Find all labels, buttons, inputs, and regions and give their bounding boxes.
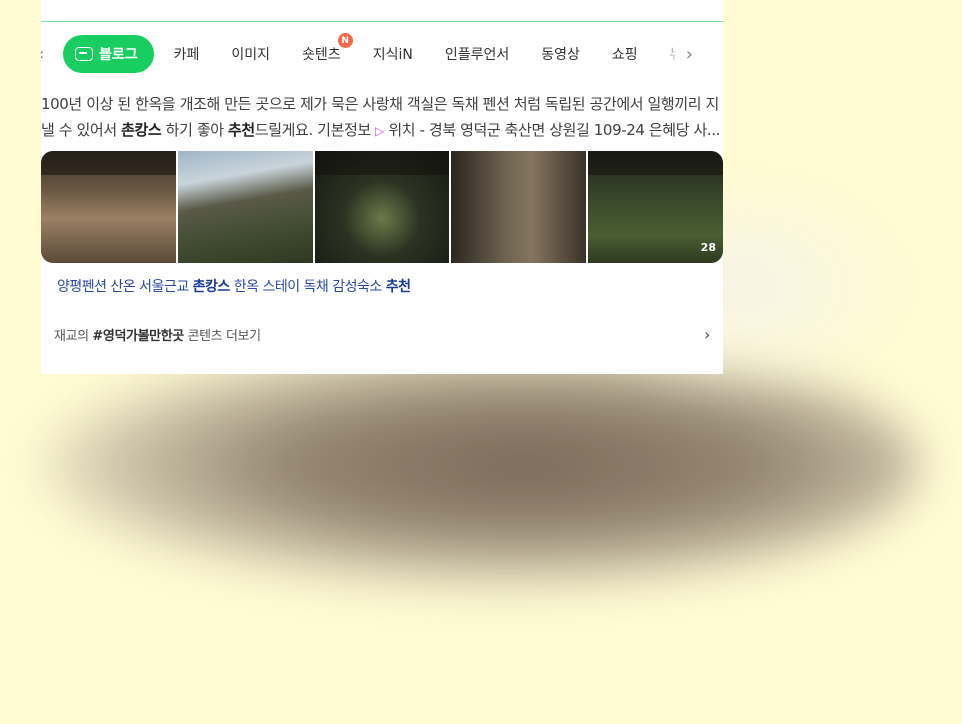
link-text: 양평펜션 산온 서울근교 — [57, 279, 193, 295]
tab-label: 지식iN — [372, 47, 413, 63]
snippet-text: 드릴게요. 기본정보 — [254, 121, 376, 139]
tab-image[interactable]: 이미지 — [231, 34, 270, 74]
snippet-highlight: 추천 — [228, 121, 255, 139]
search-result-card: ‹ 블로그 카페 이미지 숏텐츠 N 지식iN 인플루언서 동영상 쇼핑 뉴 ›… — [41, 0, 723, 374]
photo-thumbnail[interactable] — [314, 151, 450, 263]
photo-thumbnail[interactable] — [451, 151, 587, 263]
tab-shortents[interactable]: 숏텐츠 N — [302, 33, 353, 74]
chevron-right-icon[interactable]: › — [665, 34, 693, 74]
related-post-link[interactable]: 양평펜션 산온 서울근교 촌캉스 한옥 스테이 독채 감성숙소 추천 — [57, 276, 411, 296]
tab-influencer[interactable]: 인플루언서 — [445, 34, 509, 74]
snippet-line-2: 낼 수 있어서 촌캉스 하기 좋아 추천드릴게요. 기본정보 ▷ 위치 - 경북… — [41, 117, 723, 144]
tab-cafe[interactable]: 카페 — [174, 34, 200, 74]
blog-icon — [75, 47, 93, 61]
more-content-link[interactable]: 재교의 #영덕가볼만한곳 콘텐츠 더보기 › — [54, 322, 710, 346]
tab-kin[interactable]: 지식iN — [373, 34, 413, 74]
link-highlight: 추천 — [385, 279, 411, 295]
tab-bar: ‹ 블로그 카페 이미지 숏텐츠 N 지식iN 인플루언서 동영상 쇼핑 뉴 › — [41, 33, 723, 74]
tab-label: 카페 — [173, 47, 200, 63]
photo-thumbnail[interactable]: 28 — [588, 151, 723, 263]
tab-blog[interactable]: 블로그 — [63, 35, 154, 73]
new-badge: N — [337, 33, 353, 48]
tab-shopping[interactable]: 쇼핑 — [612, 34, 638, 74]
more-content-label: 재교의 #영덕가볼만한곳 콘텐츠 더보기 — [54, 325, 261, 344]
tab-label: 쇼핑 — [611, 47, 638, 63]
tab-video[interactable]: 동영상 — [541, 34, 580, 74]
link-highlight: 촌캉스 — [192, 279, 231, 295]
tab-label: 인플루언서 — [444, 47, 510, 63]
snippet-highlight: 촌캉스 — [121, 121, 162, 139]
chevron-right-icon: › — [704, 324, 710, 344]
tab-label: 숏텐츠 — [302, 47, 341, 63]
chevron-left-icon[interactable]: ‹ — [41, 34, 61, 74]
more-suffix: 콘텐츠 더보기 — [183, 328, 262, 344]
divider — [41, 21, 723, 22]
photo-count: 28 — [700, 241, 716, 254]
photo-strip: 28 — [41, 151, 723, 263]
photo-thumbnail[interactable] — [41, 151, 176, 263]
photo-thumbnail[interactable] — [177, 151, 313, 263]
more-prefix: 재교의 — [54, 328, 93, 344]
tab-label: 블로그 — [99, 47, 138, 63]
link-text: 한옥 스테이 독채 감성숙소 — [229, 279, 386, 295]
tab-label: 이미지 — [231, 47, 271, 63]
snippet-text: 하기 좋아 — [161, 121, 229, 139]
snippet-text: 위치 - 경북 영덕군 축산면 상원길 109-24 은혜당 사... — [384, 121, 720, 139]
play-icon: ▷ — [375, 124, 384, 138]
more-hashtag: #영덕가볼만한곳 — [92, 328, 184, 344]
result-snippet[interactable]: 100년 이상 된 한옥을 개조해 만든 곳으로 제가 묵은 사랑채 객실은 독… — [41, 91, 723, 144]
snippet-line-1: 100년 이상 된 한옥을 개조해 만든 곳으로 제가 묵은 사랑채 객실은 독… — [41, 95, 719, 113]
snippet-text: 낼 수 있어서 — [41, 121, 122, 139]
tab-label: 동영상 — [541, 47, 580, 63]
